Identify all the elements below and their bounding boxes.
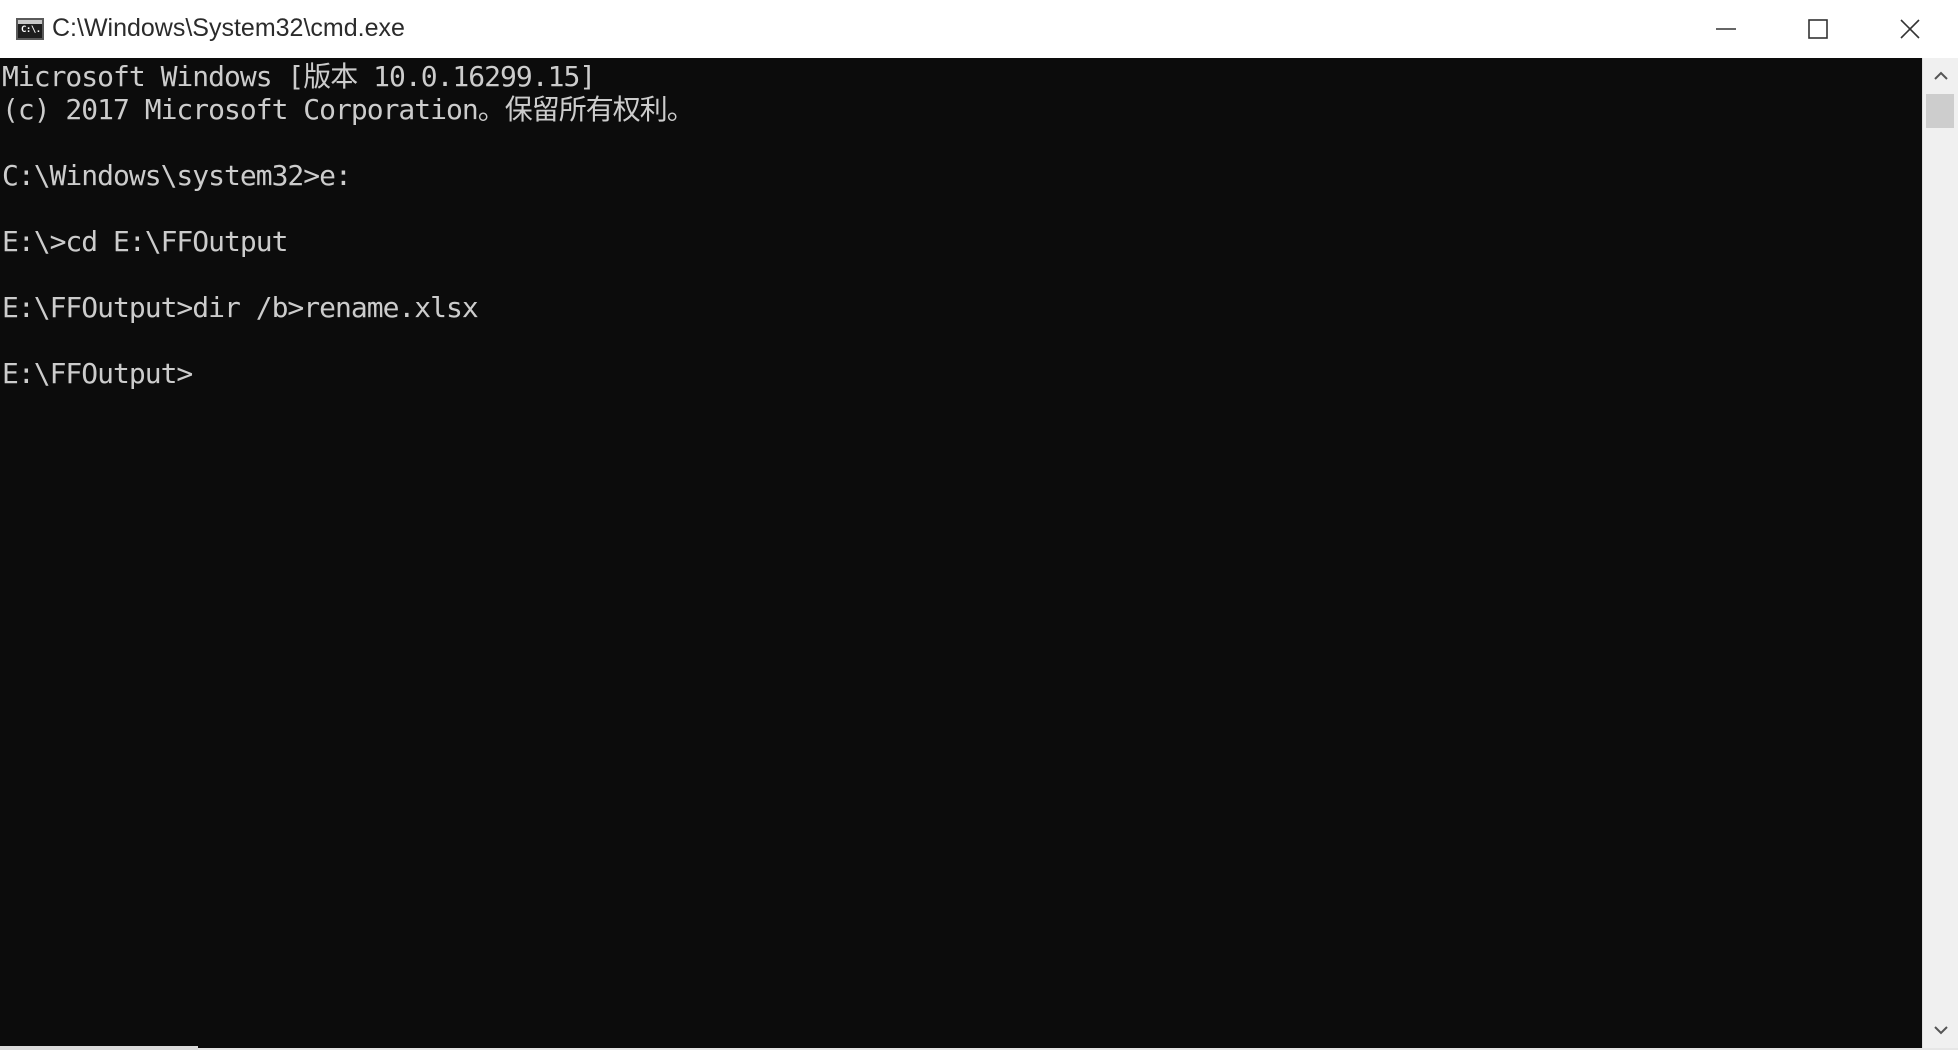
scroll-down-button[interactable] (1923, 1012, 1958, 1048)
window-bottom-tab (0, 1046, 198, 1050)
minimize-icon (1716, 28, 1736, 30)
console-line: E:\FFOutput>dir /b>rename.xlsx (2, 291, 479, 324)
chevron-down-icon (1934, 1026, 1948, 1035)
minimize-button[interactable] (1680, 0, 1772, 58)
console-line: E:\FFOutput> (2, 357, 193, 390)
console-output[interactable]: Microsoft Windows [版本 10.0.16299.15] (c) … (0, 58, 1922, 1048)
console-lines: Microsoft Windows [版本 10.0.16299.15] (c) … (2, 60, 695, 390)
cmd-icon-label: C:\. (21, 25, 41, 35)
console-line: E:\>cd E:\FFOutput (2, 225, 288, 258)
title-bar[interactable]: C:\. C:\Windows\System32\cmd.exe (0, 0, 1958, 59)
window-title: C:\Windows\System32\cmd.exe (52, 14, 405, 42)
cmd-icon[interactable]: C:\. (16, 18, 44, 40)
console-line: C:\Windows\system32>e: (2, 159, 352, 192)
console-line: Microsoft Windows [版本 10.0.16299.15] (2, 60, 596, 93)
cmd-icon-bar (18, 20, 42, 24)
close-icon (1900, 19, 1920, 39)
close-button[interactable] (1864, 0, 1956, 58)
scroll-up-button[interactable] (1923, 58, 1958, 94)
vertical-scrollbar[interactable] (1922, 58, 1958, 1048)
chevron-up-icon (1934, 71, 1948, 80)
console-line: (c) 2017 Microsoft Corporation。保留所有权利。 (2, 93, 695, 126)
cmd-window: C:\. C:\Windows\System32\cmd.exe Microso… (0, 0, 1958, 1050)
maximize-button[interactable] (1772, 0, 1864, 58)
maximize-icon (1808, 19, 1828, 39)
scroll-thumb[interactable] (1926, 94, 1954, 128)
